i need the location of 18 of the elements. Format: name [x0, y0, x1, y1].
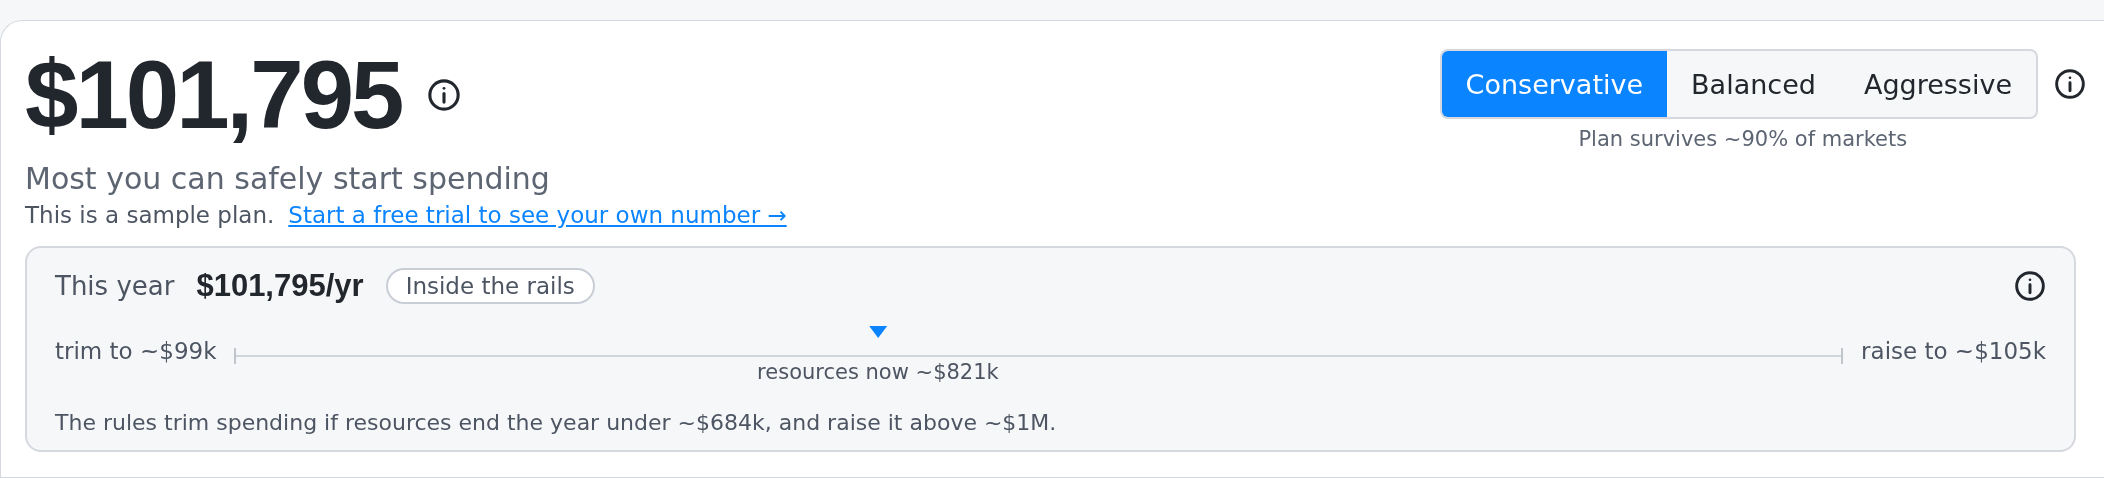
yearly-amount: $101,795/yr: [196, 268, 364, 304]
strategy-option[interactable]: Aggressive: [1839, 51, 2036, 117]
info-icon[interactable]: [2054, 68, 2086, 100]
safe-spending-amount: $101,795: [25, 47, 402, 143]
strategy-option[interactable]: Conservative: [1441, 51, 1668, 117]
free-trial-link[interactable]: Start a free trial to see your own number →: [288, 202, 787, 228]
amount-caption: Most you can safely start spending: [25, 161, 551, 196]
trim-label: trim to ~$99k: [55, 340, 217, 363]
resources-label: resources now ~$821k: [757, 360, 999, 384]
raise-label: raise to ~$105k: [1861, 340, 2046, 363]
survival-caption: Plan survives ~90% of markets: [1578, 127, 1908, 151]
strategy-option[interactable]: Balanced: [1667, 51, 1840, 117]
sample-note: This is a sample plan.: [25, 202, 275, 228]
this-year-label: This year: [55, 271, 175, 301]
info-icon[interactable]: [2014, 270, 2046, 302]
status-badge: Inside the rails: [385, 268, 595, 304]
rules-footnote: The rules trim spending if resources end the year under ~$684k, and raise it above ~$1M.: [55, 410, 1058, 435]
info-icon[interactable]: [427, 78, 462, 112]
